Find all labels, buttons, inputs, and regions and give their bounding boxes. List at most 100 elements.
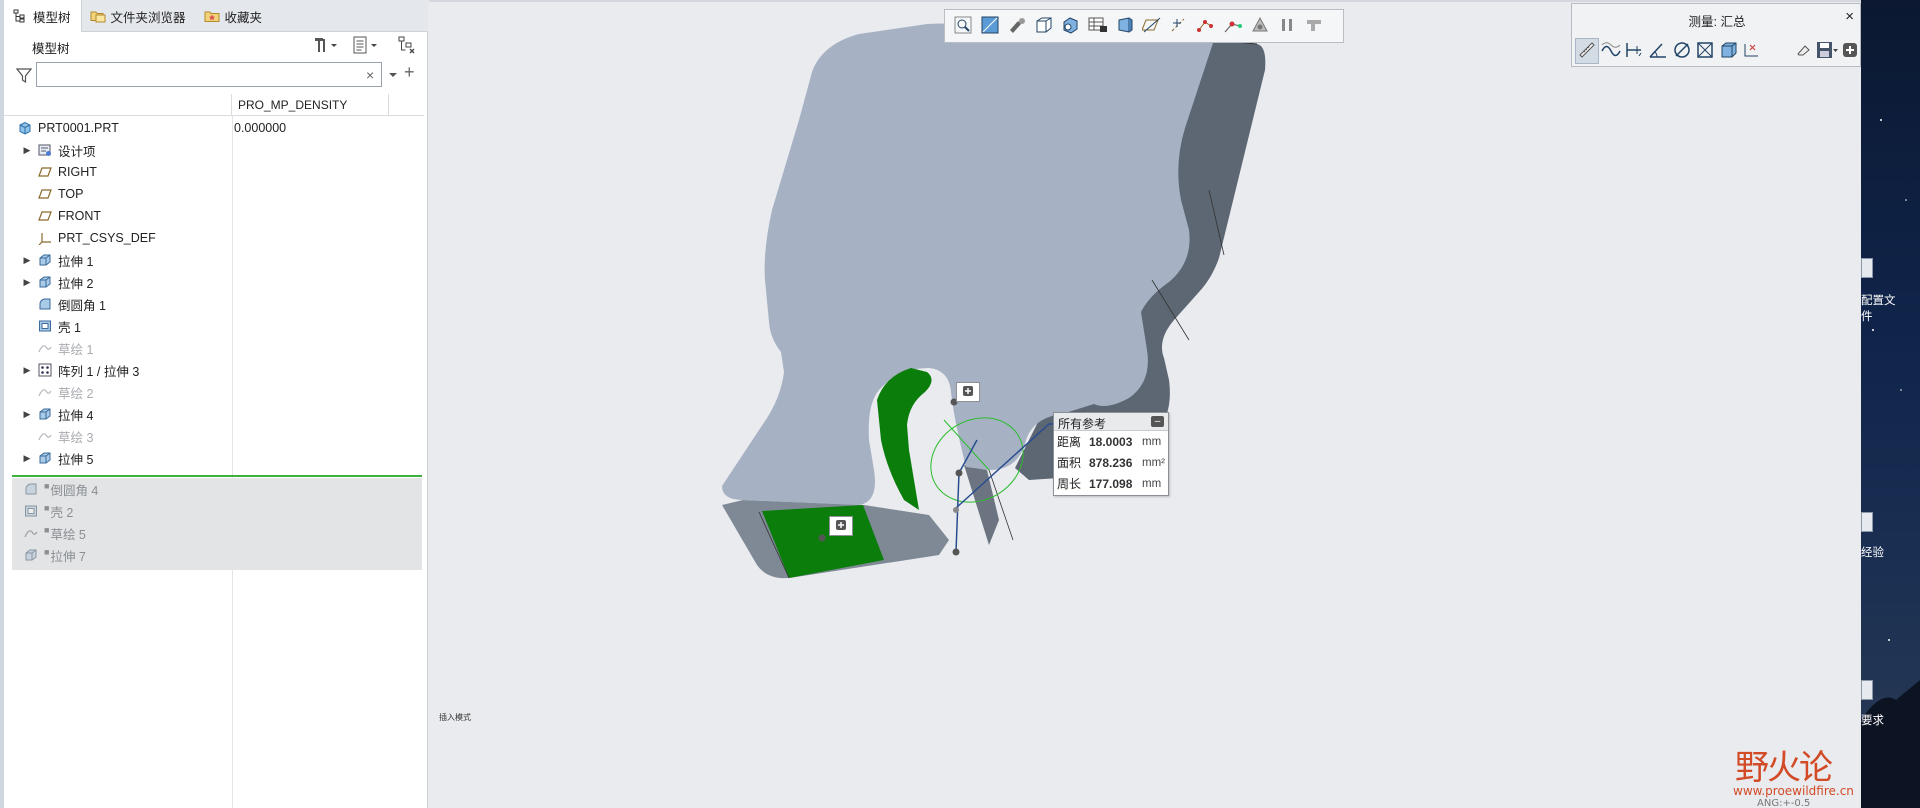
- tree-filter-settings-button[interactable]: [396, 36, 420, 56]
- graphics-viewport[interactable]: [429, 0, 1861, 808]
- measure-transform-button[interactable]: [1741, 38, 1765, 64]
- tree-item-sketch-3[interactable]: 草绘 3: [4, 425, 424, 447]
- expand-arrow-icon[interactable]: ▶: [20, 365, 34, 376]
- reference-pin-button[interactable]: [829, 516, 853, 536]
- tree-item-top[interactable]: TOP: [4, 183, 424, 205]
- expand-arrow-icon[interactable]: ▶: [20, 453, 34, 464]
- desktop-item-label[interactable]: 件: [1861, 308, 1873, 324]
- tree-item-round-1[interactable]: 倒圆角 1: [4, 293, 424, 315]
- measure-summary-button[interactable]: [1575, 38, 1599, 64]
- expand-arrow-icon[interactable]: ▶: [20, 255, 34, 266]
- csys-display-button[interactable]: [1219, 13, 1246, 39]
- tree-item-extrude-2[interactable]: ▶ 拉伸 2: [4, 271, 424, 293]
- tree-show-button[interactable]: [350, 36, 380, 56]
- tree-search-input[interactable]: [36, 62, 382, 87]
- add-icon[interactable]: +: [404, 62, 415, 83]
- sketch-icon: [37, 428, 53, 444]
- saved-views-button[interactable]: [1057, 13, 1084, 39]
- measure-row-perimeter: 周长 177.098 mm: [1054, 473, 1168, 494]
- pause-button[interactable]: [1273, 13, 1300, 39]
- tab-model-tree[interactable]: 模型树: [4, 0, 82, 32]
- extrude-icon: [37, 406, 53, 422]
- display-style-button[interactable]: [1030, 13, 1057, 39]
- tab-folder-browser[interactable]: 文件夹浏览器: [82, 0, 196, 32]
- tools-icon: [312, 36, 338, 57]
- appearance-button[interactable]: [1246, 13, 1273, 39]
- tree-item-extrude-1[interactable]: ▶ 拉伸 1: [4, 249, 424, 271]
- save-measure-button[interactable]: [1815, 38, 1839, 64]
- reference-pin-button[interactable]: [956, 382, 980, 402]
- tree-item-extrude-5[interactable]: ▶ 拉伸 5: [4, 447, 424, 469]
- tree-item-pattern-1[interactable]: ▶ 阵列 1 / 拉伸 3: [4, 359, 424, 381]
- file-icon[interactable]: [1861, 680, 1873, 700]
- status-text: 插入模式: [439, 713, 471, 722]
- tree-item-sketch-2[interactable]: 草绘 2: [4, 381, 424, 403]
- refit-button[interactable]: [949, 13, 976, 39]
- desktop-item-label[interactable]: 配置文: [1861, 292, 1896, 308]
- tree-item-right[interactable]: RIGHT: [4, 161, 424, 183]
- part-model[interactable]: [429, 0, 1861, 808]
- measure-result-callout[interactable]: 所有参考 – 距离 18.0003 mm 面积 878.236 mm² 周长 1…: [1053, 412, 1169, 496]
- repaint-button[interactable]: [1003, 13, 1030, 39]
- expand-panel-button[interactable]: [1838, 38, 1862, 64]
- measure-length-button[interactable]: [1599, 38, 1623, 64]
- file-icon[interactable]: [1861, 512, 1873, 532]
- extrude-icon: [37, 450, 53, 466]
- expand-arrow-icon[interactable]: ▶: [20, 145, 34, 156]
- minimize-icon[interactable]: –: [1151, 416, 1164, 427]
- measure-value: 878.236: [1089, 455, 1133, 470]
- desktop-item-label[interactable]: 要求: [1861, 712, 1884, 728]
- tree-item-shell-2[interactable]: ■ 壳 2: [12, 500, 422, 522]
- measure-diameter-button[interactable]: [1670, 38, 1694, 64]
- close-icon[interactable]: ×: [1845, 8, 1854, 25]
- desktop-item-label[interactable]: 经验: [1861, 544, 1884, 560]
- view-manager-icon: [1088, 16, 1108, 37]
- expand-arrow-icon[interactable]: ▶: [20, 409, 34, 420]
- tree-item-label: 拉伸 4: [58, 408, 94, 423]
- tree-name-column[interactable]: [4, 94, 232, 116]
- tree-item-design-items[interactable]: ▶ 设计项: [4, 139, 424, 161]
- tree-item-shell-1[interactable]: 壳 1: [4, 315, 424, 337]
- chevron-down-icon[interactable]: [388, 68, 398, 82]
- transform-icon: [1742, 41, 1762, 62]
- tree-item-label: 倒圆角 4: [50, 483, 99, 498]
- distance-icon: [1624, 41, 1644, 62]
- file-icon[interactable]: [1861, 258, 1873, 278]
- regenerate-button[interactable]: [1300, 13, 1327, 39]
- annotation-display-button[interactable]: [1165, 13, 1192, 39]
- tree-item-label: 倒圆角 1: [58, 298, 106, 313]
- measure-angle-button[interactable]: [1646, 38, 1670, 64]
- tree-settings-button[interactable]: [310, 36, 340, 56]
- measure-area-button[interactable]: [1693, 38, 1717, 64]
- perspective-button[interactable]: [1111, 13, 1138, 39]
- tree-item-front[interactable]: FRONT: [4, 205, 424, 227]
- tree-root-item[interactable]: PRT0001.PRT 0.000000: [4, 117, 424, 139]
- measure-distance-button[interactable]: [1623, 38, 1647, 64]
- funnel-icon: [15, 68, 33, 86]
- view-toolbar: [944, 9, 1344, 43]
- zoom-in-button[interactable]: [976, 13, 1003, 39]
- insert-here-marker[interactable]: [12, 475, 422, 477]
- extrude-icon: [23, 547, 39, 563]
- view-manager-button[interactable]: [1084, 13, 1111, 39]
- extrude-icon: [37, 274, 53, 290]
- measure-volume-button[interactable]: [1717, 38, 1741, 64]
- column-density[interactable]: PRO_MP_DENSITY: [238, 98, 347, 112]
- measure-value: 18.0003: [1089, 434, 1133, 449]
- tree-item-sketch-1[interactable]: 草绘 1: [4, 337, 424, 359]
- round-icon: [37, 296, 53, 312]
- datum-display-button[interactable]: [1138, 13, 1165, 39]
- tree-item-csys[interactable]: PRT_CSYS_DEF: [4, 227, 424, 249]
- expand-arrow-icon[interactable]: ▶: [20, 277, 34, 288]
- tree-item-extrude-4[interactable]: ▶ 拉伸 4: [4, 403, 424, 425]
- tab-favorites[interactable]: 收藏夹: [196, 0, 273, 32]
- tree-item-extrude-7[interactable]: ■ 拉伸 7: [12, 544, 422, 566]
- tree-item-sketch-5[interactable]: ■ 草绘 5: [12, 522, 422, 544]
- clear-icon[interactable]: ×: [366, 67, 374, 83]
- tree-item-round-4[interactable]: ■ 倒圆角 4: [12, 478, 422, 500]
- pause-icon: [1279, 17, 1295, 36]
- point-display-button[interactable]: [1192, 13, 1219, 39]
- eraser-icon: [1795, 42, 1811, 61]
- eraser-button[interactable]: [1791, 38, 1815, 64]
- tree-item-label: 阵列 1 / 拉伸 3: [58, 364, 140, 379]
